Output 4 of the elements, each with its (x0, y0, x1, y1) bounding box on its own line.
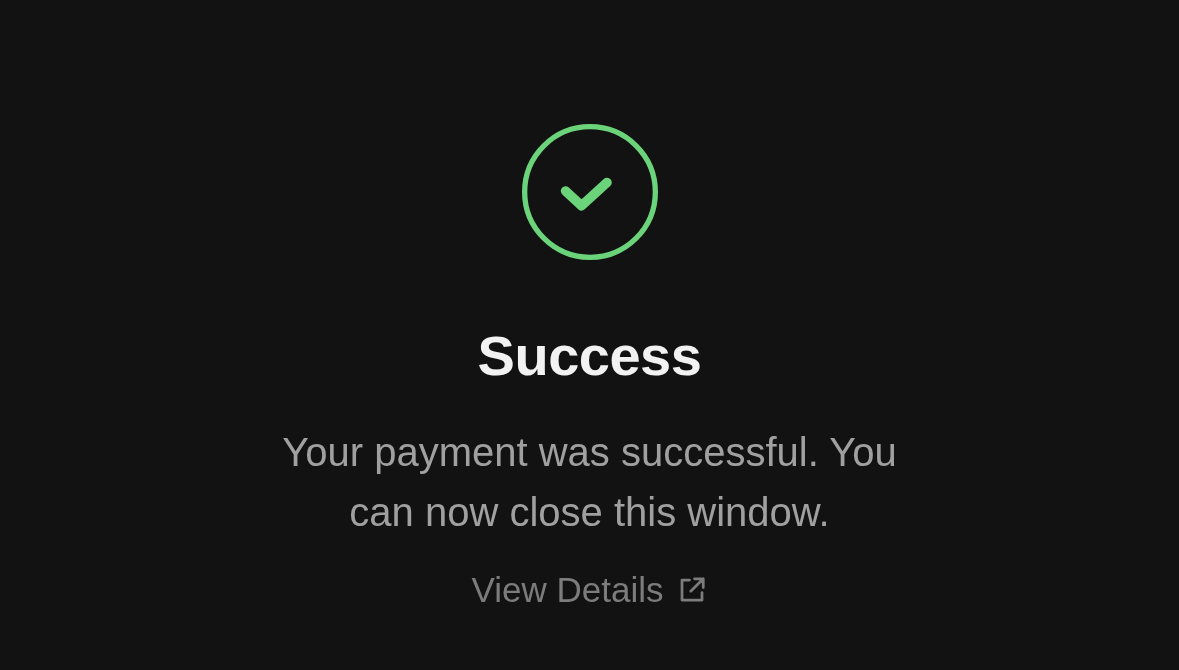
view-details-link[interactable]: View Details (471, 570, 708, 610)
confirmation-message: Your payment was successful. You can now close this window. (281, 429, 898, 536)
success-check-circle-icon (521, 124, 658, 260)
success-title: Success (477, 326, 702, 386)
